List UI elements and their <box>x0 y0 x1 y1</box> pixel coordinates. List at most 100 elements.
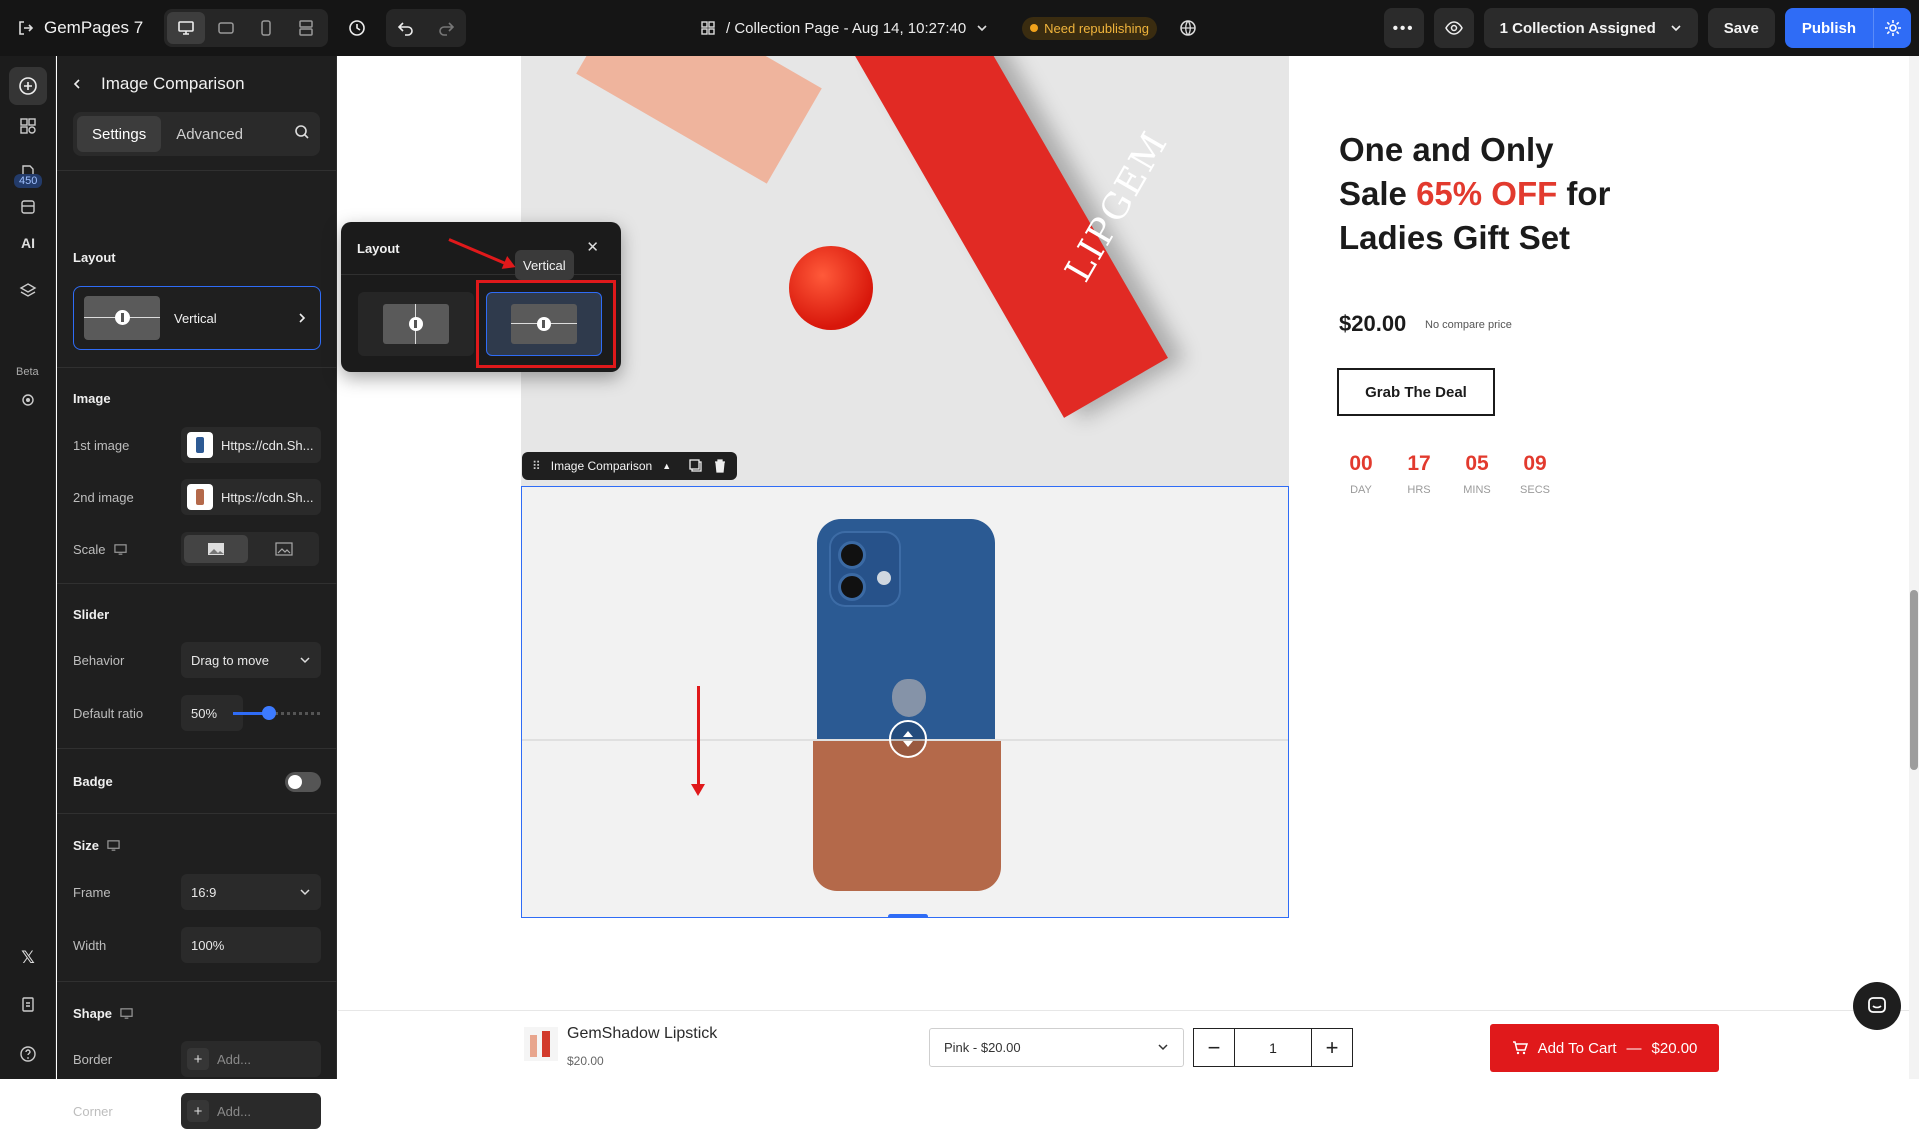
element-label[interactable]: Image Comparison <box>551 459 652 473</box>
add-element-button[interactable] <box>9 67 47 105</box>
redo-button[interactable] <box>426 9 466 47</box>
page-selector[interactable]: / Collection Page - Aug 14, 10:27:40 Nee… <box>700 0 1197 56</box>
annotation-arrow-down <box>691 686 705 796</box>
gear-icon <box>1884 20 1901 36</box>
chat-launcher-button[interactable] <box>1853 982 1901 1030</box>
chevron-down-icon <box>300 889 310 896</box>
undo-icon <box>397 22 413 36</box>
first-image-thumbnail <box>187 432 213 458</box>
scrollbar-thumb[interactable] <box>1910 590 1918 770</box>
desktop-icon <box>113 543 127 555</box>
publish-button[interactable]: Publish <box>1785 20 1873 37</box>
red-ball-shape <box>789 246 873 330</box>
more-button[interactable]: ••• <box>1383 8 1424 48</box>
back-chevron-icon[interactable] <box>71 78 83 90</box>
comparison-handle[interactable] <box>889 720 927 758</box>
device-switcher <box>164 9 328 47</box>
plus-icon: + <box>187 1100 209 1122</box>
countdown-day: 00 DAY <box>1346 452 1376 496</box>
scale-fit-option[interactable] <box>252 535 316 563</box>
layers-button[interactable] <box>9 272 47 310</box>
plus-icon: + <box>187 1048 209 1070</box>
scale-fill-option[interactable] <box>184 535 248 563</box>
canvas-scrollbar[interactable] <box>1909 56 1919 1079</box>
notes-button[interactable] <box>9 985 47 1023</box>
collection-assigned-dropdown[interactable]: 1 Collection Assigned <box>1483 8 1698 48</box>
title-line-1: One and Only <box>1339 131 1554 168</box>
second-image-picker[interactable]: Https://cdn.Sh... <box>181 479 321 515</box>
corner-add-field[interactable]: + Add... <box>181 1093 321 1129</box>
countdown-secs: 09 SECS <box>1520 452 1550 496</box>
app-logo[interactable]: GemPages 7 <box>0 18 164 38</box>
countdown-unit: HRS <box>1407 484 1431 496</box>
app-name: GemPages 7 <box>44 18 144 37</box>
section-size-title: Size <box>57 838 120 853</box>
second-image-label: 2nd image <box>73 489 134 505</box>
help-button[interactable] <box>9 1035 47 1073</box>
caret-up-icon[interactable]: ▲ <box>662 461 671 471</box>
annotation-highlight-box <box>476 280 616 368</box>
scale-row: Scale <box>73 530 321 568</box>
publish-settings-button[interactable] <box>1873 8 1911 48</box>
preview-button[interactable] <box>1433 8 1474 48</box>
element-toolbar: ⠿ Image Comparison ▲ <box>522 452 738 480</box>
tablet-landscape-button[interactable] <box>207 12 245 44</box>
ratio-slider-thumb[interactable] <box>262 706 276 720</box>
trash-icon[interactable] <box>713 459 727 473</box>
panel-header: Image Comparison <box>57 56 336 112</box>
layout-selector[interactable]: Vertical <box>73 286 321 350</box>
layout-tooltip: Vertical <box>515 250 574 280</box>
redo-icon <box>439 22 455 36</box>
beta-tag: Beta <box>16 366 39 378</box>
behavior-label: Behavior <box>73 652 125 668</box>
tab-advanced[interactable]: Advanced <box>161 116 258 152</box>
ai-button[interactable]: AI <box>9 224 47 262</box>
beta-feature-button[interactable] <box>9 381 47 419</box>
library-button[interactable] <box>9 188 47 226</box>
grid-icon <box>20 118 36 134</box>
section-size-text: Size <box>73 838 100 853</box>
undo-redo-group <box>386 9 466 47</box>
duplicate-icon[interactable] <box>689 459 703 473</box>
drag-handle-icon[interactable]: ⠿ <box>532 459 541 473</box>
save-button[interactable]: Save <box>1707 8 1775 48</box>
vertical-layout-thumbnail <box>84 296 160 340</box>
section-layout-title: Layout <box>73 250 116 265</box>
border-add-field[interactable]: + Add... <box>181 1041 321 1077</box>
increase-button[interactable]: + <box>1312 1029 1352 1066</box>
hero-image[interactable]: LIPGEM <box>521 56 1289 486</box>
divider <box>57 813 337 814</box>
decrease-button[interactable]: − <box>1194 1029 1234 1066</box>
countdown-unit: DAY <box>1350 484 1372 496</box>
quantity-value[interactable]: 1 <box>1234 1029 1312 1066</box>
undo-button[interactable] <box>386 9 426 47</box>
variant-select[interactable]: Pink - $20.00 <box>929 1028 1184 1067</box>
add-to-cart-button[interactable]: Add To Cart — $20.00 <box>1490 1024 1719 1072</box>
flash <box>877 571 891 585</box>
chevron-down-icon <box>1671 25 1681 32</box>
ai-icon: AI <box>21 235 35 251</box>
sections-button[interactable] <box>9 107 47 145</box>
x-social-button[interactable]: 𝕏 <box>9 939 47 977</box>
globe-icon[interactable] <box>1179 19 1197 37</box>
desktop-view-button[interactable] <box>167 12 205 44</box>
frame-dropdown[interactable]: 16:9 <box>181 874 321 910</box>
responsive-view-button[interactable] <box>287 12 325 44</box>
resize-handle[interactable] <box>888 914 928 917</box>
width-input[interactable]: 100% <box>181 927 321 963</box>
page-title: / Collection Page - Aug 14, 10:27:40 <box>726 19 967 37</box>
image-comparison[interactable] <box>521 486 1289 918</box>
history-button[interactable] <box>338 9 376 47</box>
badge-toggle[interactable] <box>285 772 321 792</box>
horizontal-layout-option[interactable] <box>358 292 474 356</box>
search-icon[interactable] <box>294 124 310 140</box>
tab-settings[interactable]: Settings <box>77 116 162 152</box>
title-line-3: Ladies Gift Set <box>1339 219 1571 256</box>
grab-deal-button[interactable]: Grab The Deal <box>1337 368 1495 416</box>
settings-tabs: Settings Advanced <box>73 112 320 156</box>
first-image-picker[interactable]: Https://cdn.Sh... <box>181 427 321 463</box>
countdown-unit: MINS <box>1463 484 1491 496</box>
close-icon[interactable]: ✕ <box>586 238 599 256</box>
behavior-dropdown[interactable]: Drag to move <box>181 642 321 678</box>
mobile-view-button[interactable] <box>247 12 285 44</box>
